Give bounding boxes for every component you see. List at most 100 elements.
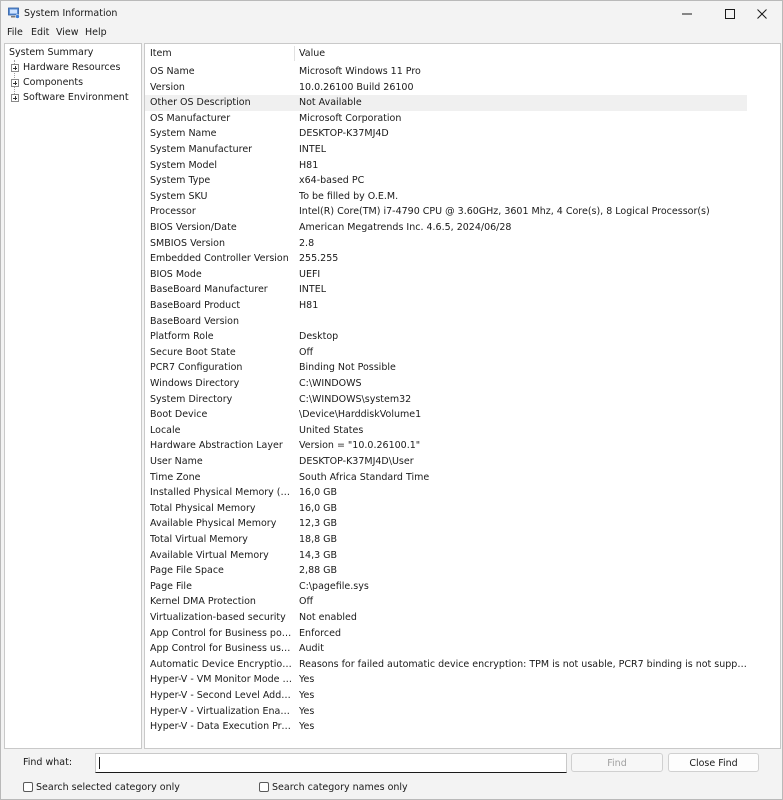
row-value-cell: 14,3 GB <box>299 549 338 561</box>
row-item-cell: Secure Boot State <box>150 346 236 358</box>
menu-help[interactable]: Help <box>85 27 107 38</box>
row-item-cell: System Model <box>150 159 217 171</box>
table-row[interactable]: System SKU To be filled by O.E.M. <box>145 189 747 205</box>
find-what-input[interactable] <box>95 753 567 773</box>
table-row[interactable]: BaseBoard Version <box>145 314 747 330</box>
menu-file[interactable]: File <box>7 27 23 38</box>
column-header-item[interactable]: Item <box>150 44 172 63</box>
table-row[interactable]: Kernel DMA Protection Off <box>145 594 747 610</box>
row-value-cell: Yes <box>299 721 315 733</box>
row-value-cell: INTEL <box>299 284 327 296</box>
row-value-cell: Microsoft Windows 11 Pro <box>299 66 421 77</box>
table-row[interactable]: BaseBoard Product H81 <box>145 298 747 314</box>
table-row[interactable]: SMBIOS Version 2.8 <box>145 236 747 252</box>
table-row[interactable]: BIOS Mode UEFI <box>145 267 747 283</box>
table-row[interactable]: BIOS Version/Date American Megatrends Inc… <box>145 220 747 236</box>
row-item-cell: BaseBoard Version <box>150 315 240 327</box>
table-row[interactable]: Windows Directory C:\WINDOWS <box>145 376 747 392</box>
row-value-cell: Enforced <box>299 627 341 639</box>
table-row[interactable]: Page File Space 2,88 GB <box>145 563 747 579</box>
table-row[interactable]: Secure Boot State Off <box>145 345 747 361</box>
find-button[interactable]: Find <box>571 753 663 772</box>
row-item-cell: App Control for Business user ... <box>150 643 293 655</box>
table-row[interactable]: Hardware Abstraction Layer Version = "10.… <box>145 438 747 454</box>
table-row[interactable]: PCR7 Configuration Binding Not Possible <box>145 360 747 376</box>
search-selected-category-checkbox[interactable] <box>23 782 33 792</box>
row-value-cell: South Africa Standard Time <box>299 471 430 483</box>
close-window-button[interactable] <box>743 1 781 27</box>
row-value-cell: Off <box>299 346 314 358</box>
close-find-button[interactable]: Close Find <box>668 753 759 772</box>
details-list[interactable]: Item Value OS Name Microsoft Windows 11 P… <box>144 43 781 749</box>
search-selected-category-label[interactable]: Search selected category only <box>36 782 180 793</box>
row-item-cell: Processor <box>150 206 196 218</box>
table-row[interactable]: Available Virtual Memory 14,3 GB <box>145 548 747 564</box>
row-value-cell: C:\pagefile.sys <box>299 580 369 592</box>
row-value-cell: 2.8 <box>299 237 315 249</box>
table-row[interactable]: BaseBoard Manufacturer INTEL <box>145 282 747 298</box>
row-value-cell: United States <box>299 424 364 436</box>
table-row[interactable]: System Name DESKTOP-K37MJ4D <box>145 126 747 142</box>
row-item-cell: Hyper-V - Virtualization Enable... <box>150 705 293 717</box>
row-value-cell: Intel(R) Core(TM) i7-4790 CPU @ 3.60GHz,… <box>299 206 710 218</box>
row-item-cell: System Directory <box>150 393 233 405</box>
table-row[interactable]: Version 10.0.26100 Build 26100 <box>145 80 747 96</box>
table-row[interactable]: Time Zone South Africa Standard Time <box>145 470 747 486</box>
row-item-cell: Kernel DMA Protection <box>150 596 256 608</box>
tree-item-hardware-resources[interactable]: Hardware Resources <box>23 62 120 73</box>
table-row[interactable]: App Control for Business policy Enforced <box>145 626 747 642</box>
minimize-button[interactable] <box>668 1 706 27</box>
row-item-cell: System Type <box>150 175 211 187</box>
row-item-cell: BIOS Mode <box>150 268 202 280</box>
row-item-cell: OS Manufacturer <box>150 112 231 124</box>
expand-software-environment-icon[interactable] <box>11 94 19 102</box>
column-divider[interactable] <box>294 46 295 61</box>
tree-item-system-summary[interactable]: System Summary <box>9 47 93 58</box>
table-row[interactable]: Total Physical Memory 16,0 GB <box>145 501 747 517</box>
row-value-cell: Reasons for failed automatic device encr… <box>299 658 747 670</box>
minimize-icon <box>682 13 692 15</box>
search-category-names-label[interactable]: Search category names only <box>272 782 408 793</box>
search-category-names-checkbox[interactable] <box>259 782 269 792</box>
menu-view[interactable]: View <box>56 27 79 38</box>
table-row[interactable]: Processor Intel(R) Core(TM) i7-4790 CPU @… <box>145 204 747 220</box>
table-row[interactable]: Hyper-V - Data Execution Prote... Yes <box>145 719 747 735</box>
table-row[interactable]: App Control for Business user ... Audit <box>145 641 747 657</box>
expand-components-icon[interactable] <box>11 79 19 87</box>
row-item-cell: System Name <box>150 128 217 140</box>
title-bar: System Information <box>1 1 782 27</box>
table-row[interactable]: Embedded Controller Version 255.255 <box>145 251 747 267</box>
table-row[interactable]: Available Physical Memory 12,3 GB <box>145 516 747 532</box>
table-row[interactable]: Hyper-V - Virtualization Enable... Yes <box>145 704 747 720</box>
close-icon <box>757 9 767 19</box>
menu-edit[interactable]: Edit <box>31 27 49 38</box>
table-row[interactable]: Locale United States <box>145 423 747 439</box>
tree-item-software-environment[interactable]: Software Environment <box>23 92 129 103</box>
table-row[interactable]: Hyper-V - Second Level Addres... Yes <box>145 688 747 704</box>
category-tree[interactable]: System Summary Hardware Resources Compon… <box>4 43 142 749</box>
row-item-cell: BaseBoard Product <box>150 300 241 311</box>
table-row[interactable]: OS Name Microsoft Windows 11 Pro <box>145 64 747 80</box>
table-row[interactable]: Automatic Device Encryption Su... Reasons… <box>145 657 747 673</box>
row-item-cell: Available Virtual Memory <box>150 549 269 561</box>
table-row[interactable]: System Type x64-based PC <box>145 173 747 189</box>
table-row[interactable]: Other OS Description Not Available <box>145 95 747 111</box>
table-row[interactable]: Boot Device \Device\HarddiskVolume1 <box>145 407 747 423</box>
row-item-cell: Windows Directory <box>150 378 240 389</box>
table-row[interactable]: Platform Role Desktop <box>145 329 747 345</box>
tree-item-components[interactable]: Components <box>23 77 83 88</box>
table-row[interactable]: System Manufacturer INTEL <box>145 142 747 158</box>
table-row[interactable]: System Directory C:\WINDOWS\system32 <box>145 392 747 408</box>
table-row[interactable]: Virtualization-based security Not enabled <box>145 610 747 626</box>
table-row[interactable]: System Model H81 <box>145 158 747 174</box>
table-row[interactable]: Page File C:\pagefile.sys <box>145 579 747 595</box>
table-row[interactable]: User Name DESKTOP-K37MJ4D\User <box>145 454 747 470</box>
column-header-value[interactable]: Value <box>299 44 325 63</box>
expand-hardware-resources-icon[interactable] <box>11 64 19 72</box>
table-row[interactable]: OS Manufacturer Microsoft Corporation <box>145 111 747 127</box>
table-row[interactable]: Total Virtual Memory 18,8 GB <box>145 532 747 548</box>
row-value-cell: 16,0 GB <box>299 487 338 499</box>
row-value-cell: Desktop <box>299 331 339 343</box>
table-row[interactable]: Installed Physical Memory (RAM) 16,0 GB <box>145 485 747 501</box>
table-row[interactable]: Hyper-V - VM Monitor Mode E... Yes <box>145 672 747 688</box>
